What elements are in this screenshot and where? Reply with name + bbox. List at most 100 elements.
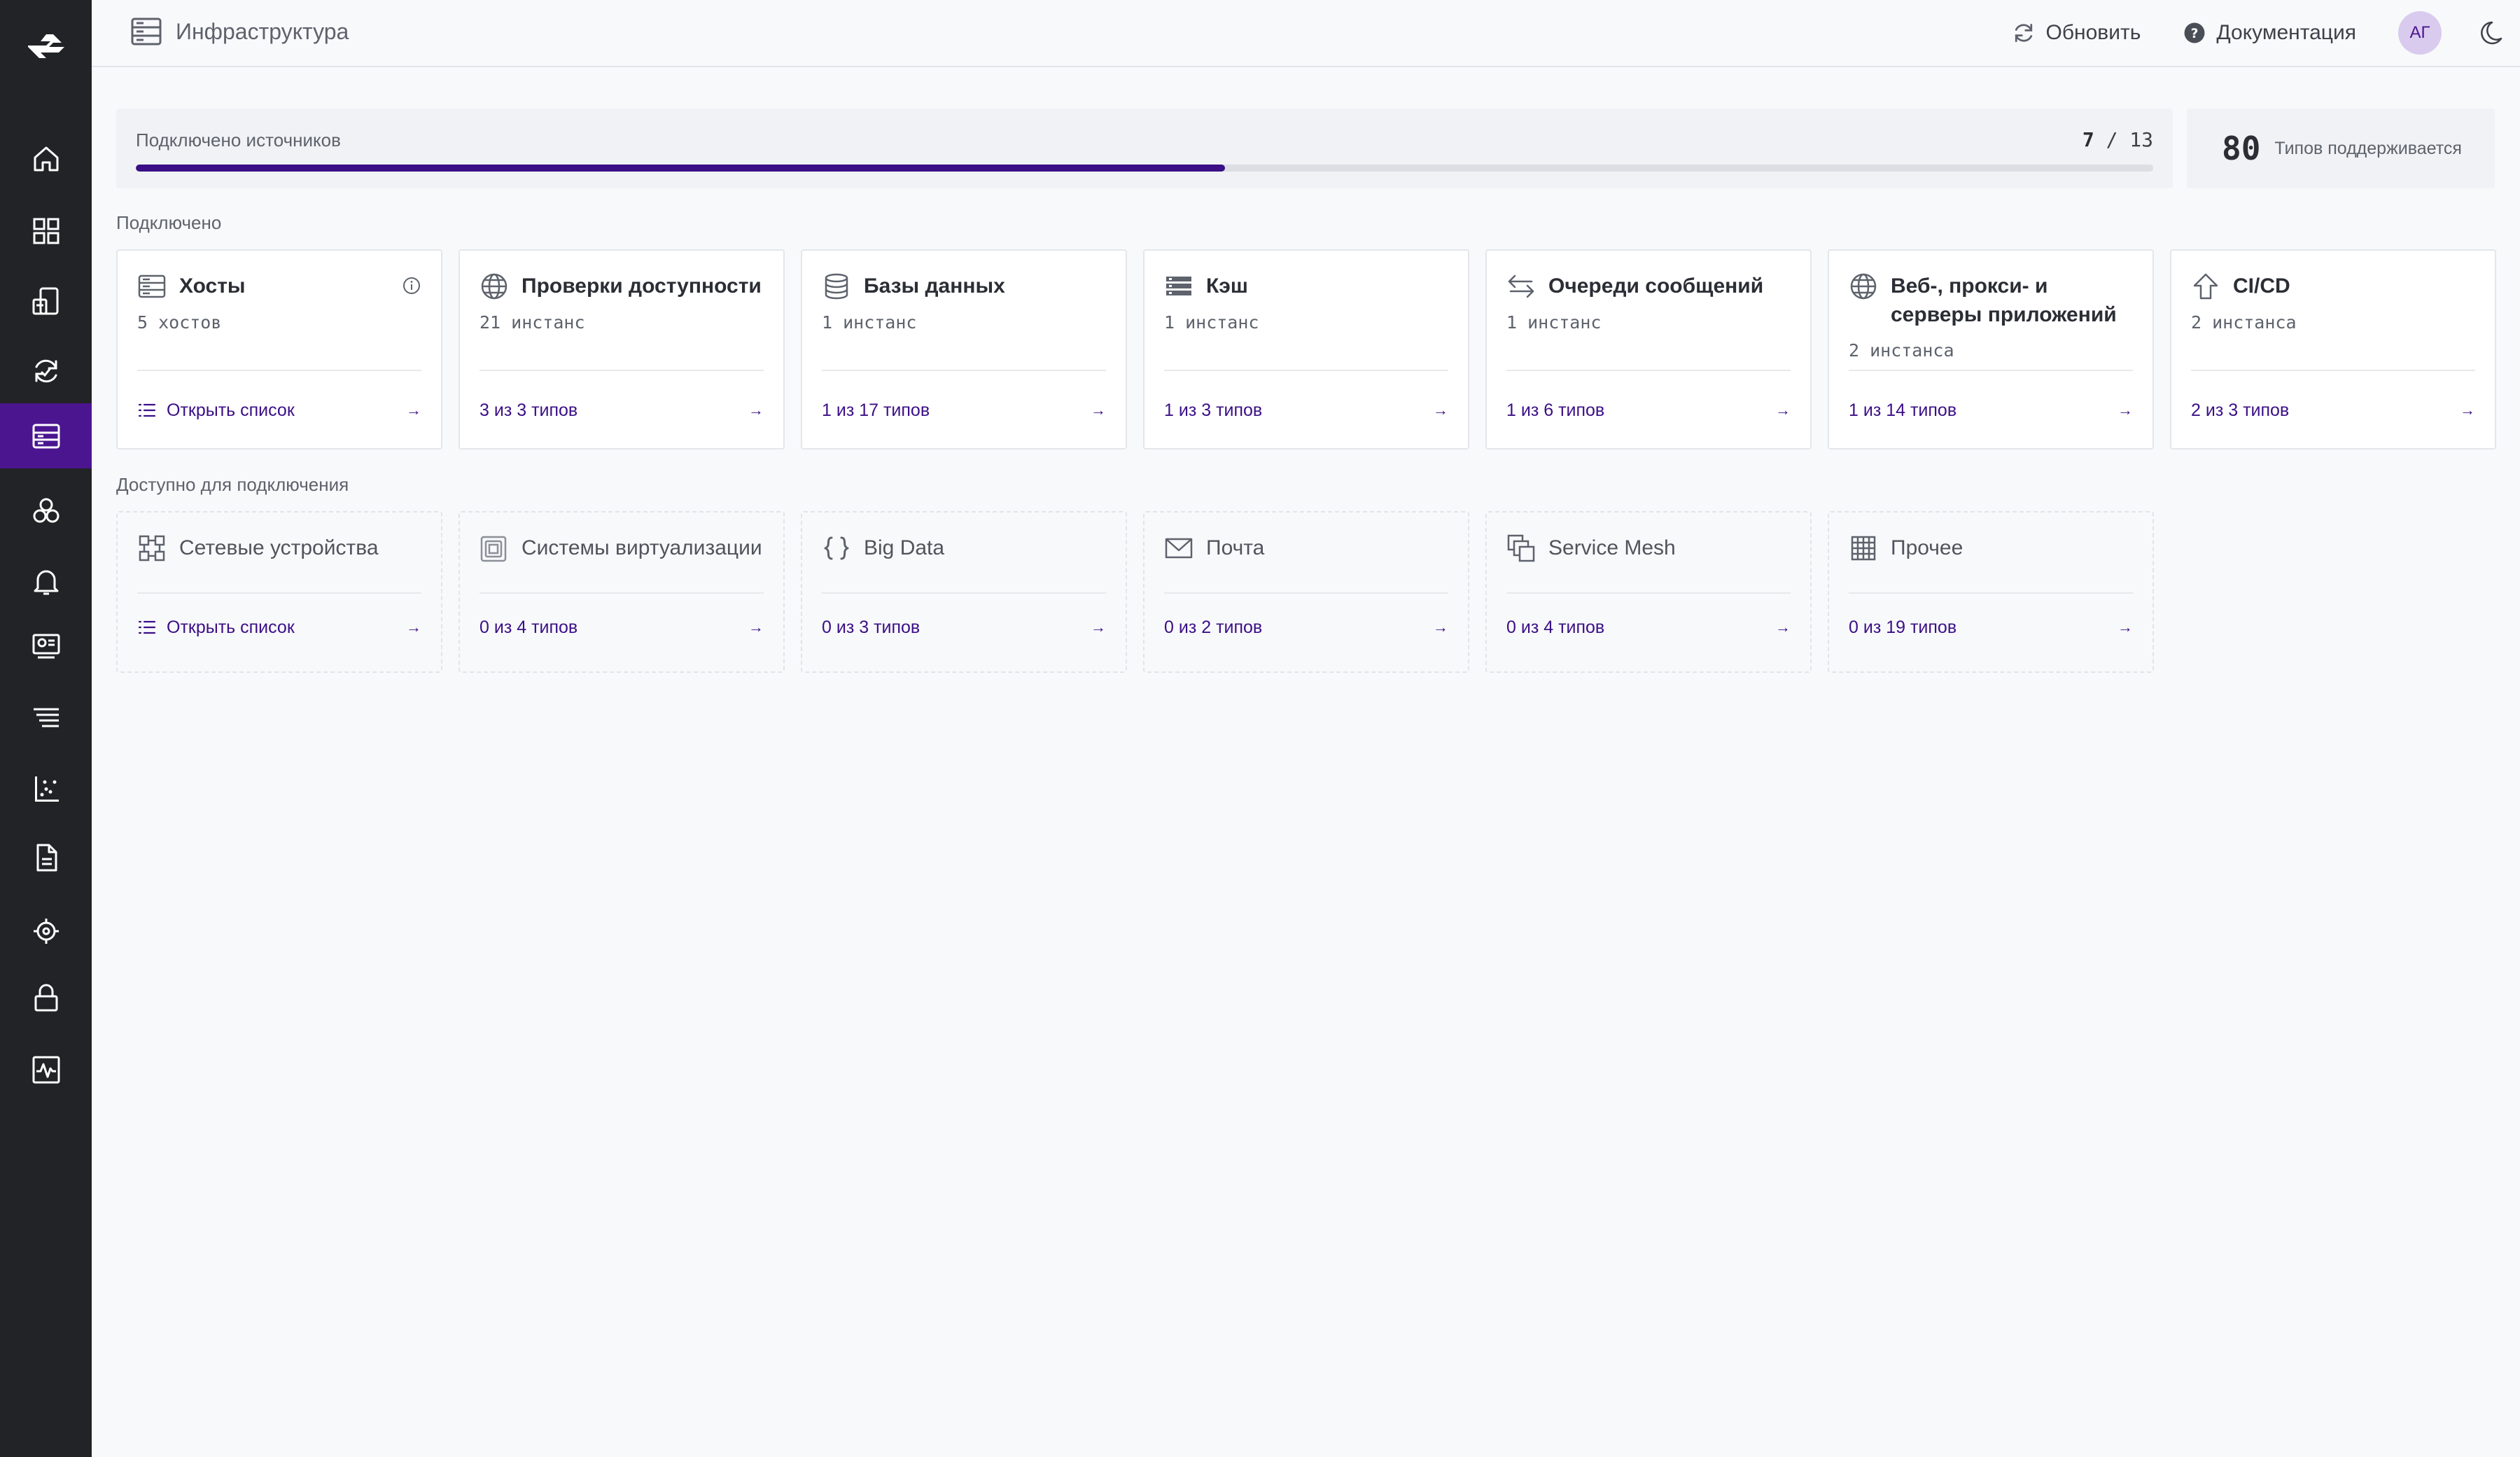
- exchange-icon: [1506, 272, 1536, 301]
- card-divider: [1506, 592, 1791, 594]
- card-header: Базы данных: [822, 272, 1106, 301]
- monitor-icon: [32, 634, 59, 658]
- connected-card[interactable]: CI/CD 2 инстанса 2 из 3 типов →: [2170, 249, 2496, 449]
- available-card[interactable]: Системы виртуализации 0 из 4 типов →: [458, 511, 785, 673]
- connected-card[interactable]: Базы данных 1 инстанс 1 из 17 типов →: [801, 249, 1127, 449]
- card-divider: [822, 592, 1106, 594]
- help-icon: ?: [2184, 22, 2205, 43]
- card-header: Кэш: [1164, 272, 1448, 301]
- documentation-button[interactable]: ? Документация: [2183, 21, 2356, 45]
- card-link-label: 0 из 2 типов: [1164, 617, 1263, 637]
- card-divider: [2191, 370, 2475, 371]
- card-instance-count: 1 инстанс: [1506, 312, 1602, 333]
- card-link[interactable]: 3 из 3 типов →: [479, 396, 764, 424]
- arrow-right-icon: →: [1775, 401, 1791, 419]
- card-link-content: 0 из 4 типов: [479, 618, 578, 638]
- info-icon[interactable]: [402, 276, 421, 295]
- refresh-icon: [2015, 23, 2032, 43]
- connected-card[interactable]: Веб-, прокси- и серверы приложений 2 инст…: [1828, 249, 2154, 449]
- connected-card[interactable]: Хосты 5 хостов Открыть список →: [116, 249, 442, 449]
- card-link-content: 1 из 6 типов: [1506, 400, 1604, 421]
- nav-infrastructure[interactable]: [0, 403, 92, 468]
- card-title: Хосты: [179, 274, 246, 298]
- nav-hexagons[interactable]: [0, 478, 92, 543]
- list-icon: [138, 403, 156, 417]
- settings-icon: [33, 918, 59, 944]
- card-title: Big Data: [864, 536, 945, 559]
- available-card[interactable]: Сетевые устройства Открыть список →: [116, 511, 442, 673]
- nav-metrics[interactable]: [0, 756, 92, 821]
- card-link-label: 1 из 17 типов: [822, 400, 930, 420]
- card-title: Очереди сообщений: [1548, 274, 1764, 298]
- card-divider: [1849, 592, 2133, 594]
- arrow-right-icon: →: [2118, 618, 2133, 636]
- card-link[interactable]: 2 из 3 типов →: [2191, 396, 2475, 424]
- progress-bar: [136, 165, 2153, 172]
- card-divider: [479, 592, 764, 594]
- card-divider: [479, 370, 764, 371]
- theme-toggle[interactable]: [2477, 19, 2505, 47]
- app-logo[interactable]: [0, 0, 92, 91]
- card-title: Базы данных: [864, 274, 1005, 298]
- upload-arrow-icon: [2191, 272, 2220, 301]
- globe-icon: [479, 272, 509, 301]
- grid-icon: [1849, 534, 1878, 563]
- nav-settings[interactable]: [0, 898, 92, 963]
- card-link[interactable]: 0 из 4 типов →: [1506, 613, 1791, 641]
- mail-icon: [1164, 534, 1194, 563]
- card-link-content: 0 из 19 типов: [1849, 618, 1956, 638]
- nav-dashboards[interactable]: [0, 198, 92, 263]
- avatar[interactable]: АГ: [2398, 11, 2442, 55]
- nav-home[interactable]: [0, 126, 92, 191]
- connected-sources-panel: Подключено источников 7 / 13: [116, 109, 2173, 188]
- nav-sync[interactable]: [0, 338, 92, 403]
- top-actions: Обновить ? Документация АГ: [2011, 0, 2520, 66]
- card-link-content: Открыть список: [137, 400, 295, 421]
- card-link[interactable]: Открыть список →: [137, 613, 421, 641]
- card-instance-count: 1 инстанс: [1164, 312, 1259, 333]
- card-link-content: 0 из 2 типов: [1164, 618, 1262, 638]
- cache-icon: [1164, 272, 1194, 301]
- refresh-button[interactable]: Обновить: [2011, 20, 2141, 46]
- card-link-label: 1 из 14 типов: [1849, 400, 1957, 420]
- available-card[interactable]: Прочее 0 из 19 типов →: [1828, 511, 2154, 673]
- card-link-content: 2 из 3 типов: [2191, 400, 2289, 421]
- nav-security[interactable]: [0, 965, 92, 1030]
- card-header: CI/CD: [2191, 272, 2475, 301]
- nav-logs[interactable]: [0, 685, 92, 750]
- card-link-label: 0 из 19 типов: [1849, 617, 1957, 637]
- card-title: Прочее: [1891, 536, 1963, 559]
- infrastructure-icon: [131, 18, 162, 46]
- card-header: Проверки доступности: [479, 272, 764, 301]
- card-link[interactable]: 1 из 17 типов →: [822, 396, 1106, 424]
- card-link[interactable]: 1 из 6 типов →: [1506, 396, 1791, 424]
- card-link-content: 3 из 3 типов: [479, 400, 578, 421]
- documentation-label: Документация: [2216, 21, 2356, 44]
- supported-types-label: Типов поддерживается: [2274, 138, 2462, 158]
- nav-monitor[interactable]: [0, 613, 92, 678]
- card-link[interactable]: 0 из 2 типов →: [1164, 613, 1448, 641]
- nav-alerts[interactable]: [0, 548, 92, 613]
- supported-types-panel: 80 Типов поддерживается: [2187, 109, 2495, 188]
- nav-activity[interactable]: [0, 1037, 92, 1102]
- hexagons-icon: [33, 498, 59, 522]
- card-link[interactable]: Открыть список →: [137, 396, 421, 424]
- nav-services[interactable]: [0, 268, 92, 333]
- connected-card[interactable]: Кэш 1 инстанс 1 из 3 типов →: [1143, 249, 1469, 449]
- card-link[interactable]: 0 из 3 типов →: [822, 613, 1106, 641]
- available-card[interactable]: Big Data 0 из 3 типов →: [801, 511, 1127, 673]
- connected-card[interactable]: Проверки доступности 21 инстанс 3 из 3 тип…: [458, 249, 785, 449]
- supported-types-count: 80: [2222, 130, 2261, 167]
- svg-text:?: ?: [2191, 27, 2199, 41]
- connected-card[interactable]: Очереди сообщений 1 инстанс 1 из 6 типов →: [1485, 249, 1812, 449]
- card-link-content: 1 из 17 типов: [822, 400, 930, 421]
- available-card[interactable]: Service Mesh 0 из 4 типов →: [1485, 511, 1812, 673]
- available-card[interactable]: Почта 0 из 2 типов →: [1143, 511, 1469, 673]
- card-link[interactable]: 1 из 14 типов →: [1849, 396, 2133, 424]
- card-link[interactable]: 1 из 3 типов →: [1164, 396, 1448, 424]
- sync-icon: [35, 359, 57, 382]
- nav-documents[interactable]: [0, 825, 92, 890]
- card-header: Хосты: [137, 272, 421, 301]
- card-link[interactable]: 0 из 4 типов →: [479, 613, 764, 641]
- card-link[interactable]: 0 из 19 типов →: [1849, 613, 2133, 641]
